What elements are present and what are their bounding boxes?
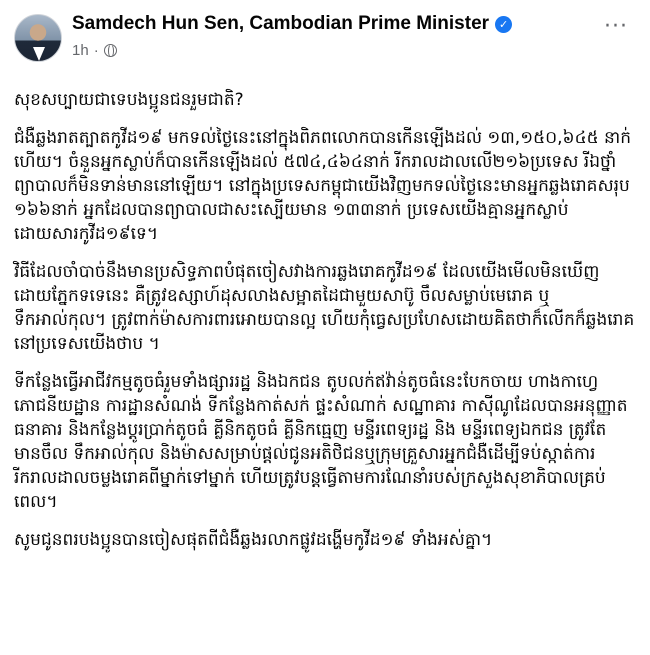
separator-dot: · [93,42,99,59]
post-paragraph-stats: ជំងឺឆ្លងរាតត្បាតកូវីដ១៩ មកទល់ថ្ងៃនេះនៅក្… [14,128,636,244]
page-avatar[interactable] [14,14,62,62]
post-timestamp-link[interactable]: 1h [72,42,89,59]
page-name-link[interactable]: Samdech Hun Sen, Cambodian Prime Ministe… [72,13,489,35]
post-subline: 1h · [72,42,636,59]
post-paragraph-businesses: ទីកន្លែងធ្វើអាជីវកម្មតូចធំរួមទាំងផ្សាររដ… [14,372,633,512]
globe-icon[interactable] [103,44,117,58]
post-body: សុខសប្បាយជាទេបងប្អូនជនរួមជាតិ? ជំងឺឆ្លងរ… [14,88,636,552]
post-meta: Samdech Hun Sen, Cambodian Prime Ministe… [72,12,636,59]
more-options-button[interactable]: ··· [604,16,628,38]
post-greeting: សុខសប្បាយជាទេបងប្អូនជនរួមជាតិ? [14,90,244,110]
verified-badge-icon: ✓ [495,15,513,33]
post-paragraph-prevention: វិធីដែលចាំបាច់នឹងមានប្រសិទ្ធភាពបំផុតចៀសវ… [14,262,635,354]
post-paragraph-wishes: សូមជូនពរបងប្អូនបានចៀសផុតពីជំងឺឆ្លងរលាកផ្… [14,530,493,550]
name-row: Samdech Hun Sen, Cambodian Prime Ministe… [72,12,636,36]
facebook-post: Samdech Hun Sen, Cambodian Prime Ministe… [0,0,650,655]
post-header: Samdech Hun Sen, Cambodian Prime Ministe… [14,12,636,74]
